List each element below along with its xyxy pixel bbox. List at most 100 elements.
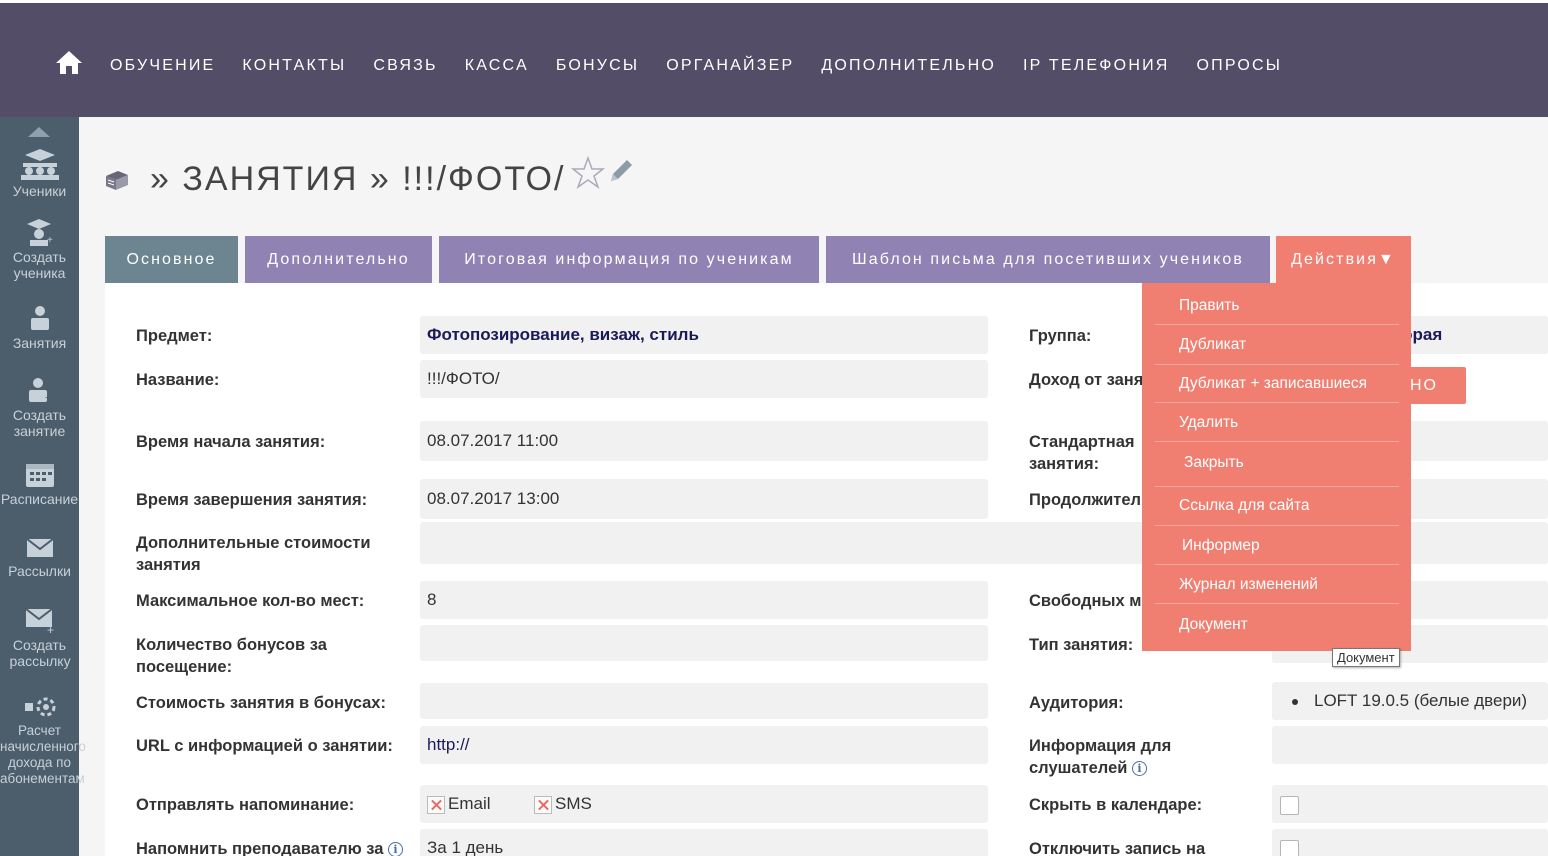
menu-item-duplicate[interactable]: Дубликат xyxy=(1155,335,1399,365)
label-free-seats: Свободных м xyxy=(1029,592,1142,610)
sidebar-label: Создать рассылку xyxy=(9,637,71,669)
bullet-icon xyxy=(1292,698,1298,705)
mail-icon xyxy=(25,538,54,557)
hide-calendar-row xyxy=(1272,785,1548,823)
info-listeners-field[interactable] xyxy=(1272,726,1548,764)
nav-dopolnitelno[interactable]: ДОПОЛНИТЕЛЬНО xyxy=(821,57,996,75)
sidebar-item-create-lesson[interactable]: + Создать занятие xyxy=(0,375,79,439)
sidebar-item-mailings[interactable]: Рассылки xyxy=(0,535,79,579)
label-standard: Стандартная занятия: xyxy=(1029,433,1135,473)
label-url: URL с информацией о занятии: xyxy=(136,737,393,755)
sidebar-item-income-report[interactable]: Расчет начисленного дохода по абонемента… xyxy=(0,693,86,787)
sidebar-label: Расчет начисленного дохода по абонемента… xyxy=(0,723,86,786)
remind-teacher-field[interactable]: За 1 день xyxy=(420,829,988,856)
menu-item-changelog[interactable]: Журнал изменений xyxy=(1155,575,1399,604)
label-room: Аудитория: xyxy=(1029,694,1124,712)
label-name: Название: xyxy=(136,371,220,389)
menu-item-delete[interactable]: Удалить xyxy=(1155,413,1399,442)
name-field[interactable]: !!!/ФОТО/ xyxy=(420,360,988,398)
sidebar-item-create-mailing[interactable]: + Создать рассылку xyxy=(0,605,79,669)
label-bonus-count: Количество бонусов за посещение: xyxy=(136,636,327,676)
label-hide-calendar: Скрыть в календаре: xyxy=(1029,796,1203,814)
tab-email-template[interactable]: Шаблон письма для посетивших учеников xyxy=(826,236,1270,283)
label-info-listeners: Информация для слушателей i xyxy=(1029,735,1209,779)
home-icon[interactable] xyxy=(55,49,83,75)
sidebar-label: Ученики xyxy=(12,183,67,199)
calendar-icon xyxy=(25,464,54,487)
sidebar-label: Создать ученика xyxy=(12,249,67,281)
sidebar-item-lessons[interactable]: Занятия xyxy=(0,303,79,351)
info-icon[interactable]: i xyxy=(388,842,404,856)
room-field[interactable]: LOFT 19.0.5 (белые двери) xyxy=(1272,682,1548,720)
menu-item-informer[interactable]: Информер xyxy=(1155,536,1399,565)
nav-oprosy[interactable]: ОПРОСЫ xyxy=(1197,57,1283,75)
sidebar-label: Создать занятие xyxy=(12,407,67,439)
tooltip: Документ xyxy=(1332,648,1400,667)
email-reminder-checkbox[interactable] xyxy=(427,795,445,814)
pencil-icon[interactable] xyxy=(607,157,635,185)
sms-reminder-label: SMS xyxy=(554,794,592,813)
reminder-field: Email SMS xyxy=(420,785,988,823)
disable-registration-row xyxy=(1272,829,1548,856)
bonus-count-field[interactable] xyxy=(420,625,988,661)
menu-item-site-link[interactable]: Ссылка для сайта xyxy=(1155,496,1399,526)
sidebar-label: Рассылки xyxy=(8,563,71,579)
nav-svyaz[interactable]: СВЯЗЬ xyxy=(373,57,437,75)
tab-additional[interactable]: Дополнительно xyxy=(245,236,432,283)
tab-summary[interactable]: Итоговая информация по ученикам xyxy=(439,236,819,283)
nav-kontakty[interactable]: КОНТАКТЫ xyxy=(242,57,346,75)
label-end-time: Время завершения занятия: xyxy=(136,491,368,509)
lessons-icon xyxy=(30,306,49,330)
create-lesson-icon: + xyxy=(28,378,51,404)
nav-organizer[interactable]: ОРГАНАЙЗЕР xyxy=(666,57,794,75)
sms-reminder-checkbox[interactable] xyxy=(533,795,552,814)
label-duration: Продолжител xyxy=(1029,491,1142,509)
label-send-reminder: Отправлять напоминание: xyxy=(136,796,355,814)
tab-actions[interactable]: Действия▼ xyxy=(1276,236,1411,283)
menu-item-close[interactable]: Закрыть xyxy=(1155,453,1399,487)
scroll-up-icon[interactable] xyxy=(28,127,50,137)
room-value: LOFT 19.0.5 (белые двери) xyxy=(1314,691,1528,710)
sidebar-item-students[interactable]: Ученики xyxy=(0,147,79,199)
start-time-field[interactable]: 08.07.2017 11:00 xyxy=(420,421,988,461)
label-info-listeners-text: Информация для слушателей xyxy=(1029,737,1172,777)
income-icon xyxy=(24,697,55,717)
main-menu: ОБУЧЕНИЕ КОНТАКТЫ СВЯЗЬ КАССА БОНУСЫ ОРГ… xyxy=(110,57,1309,75)
nav-obuchenie[interactable]: ОБУЧЕНИЕ xyxy=(110,57,215,75)
disable-registration-checkbox[interactable] xyxy=(1280,840,1299,856)
end-time-field[interactable]: 08.07.2017 13:00 xyxy=(420,479,988,519)
email-reminder-label: Email xyxy=(448,794,491,813)
url-field[interactable]: http:// xyxy=(420,726,988,764)
label-max-seats: Максимальное кол-во мест: xyxy=(136,592,365,610)
page-title: » ЗАНЯТИЯ » !!!/ФОТО/ xyxy=(150,160,566,198)
bonus-cost-field[interactable] xyxy=(420,683,988,719)
label-extra-costs: Дополнительные стоимости занятия xyxy=(136,534,371,574)
label-subject: Предмет: xyxy=(136,327,213,345)
sidebar-item-create-student[interactable]: + Создать ученика xyxy=(0,217,79,281)
label-start-time: Время начала занятия: xyxy=(136,433,326,451)
label-disable-registration: Отключить запись на xyxy=(1029,840,1206,856)
sidebar: Ученики + Создать ученика Занятия + Созд… xyxy=(0,117,86,856)
menu-item-document[interactable]: Документ xyxy=(1155,615,1399,641)
nav-kassa[interactable]: КАССА xyxy=(465,57,529,75)
info-icon[interactable]: i xyxy=(1131,761,1147,777)
students-icon xyxy=(20,149,59,180)
nav-bonusy[interactable]: БОНУСЫ xyxy=(556,57,639,75)
hide-calendar-checkbox[interactable] xyxy=(1280,796,1299,815)
sidebar-item-schedule[interactable]: Расписание xyxy=(0,461,79,507)
sidebar-label: Расписание xyxy=(0,491,79,507)
actions-dropdown: Править Дубликат Дубликат + записавшиеся… xyxy=(1142,283,1411,651)
label-remind-teacher: Напомнить преподавателю за i xyxy=(136,838,404,856)
menu-item-edit[interactable]: Править xyxy=(1155,296,1399,325)
subject-field[interactable]: Фотопозирование, визаж, стиль xyxy=(420,316,988,354)
star-icon[interactable] xyxy=(571,155,606,190)
nav-ip-telephony[interactable]: IP ТЕЛЕФОНИЯ xyxy=(1023,57,1170,75)
book-icon xyxy=(106,170,128,190)
svg-text:+: + xyxy=(47,623,54,635)
label-lesson-type: Тип занятия: xyxy=(1029,636,1134,654)
max-seats-field[interactable]: 8 xyxy=(420,581,988,619)
menu-item-duplicate-enrolled[interactable]: Дубликат + записавшиеся xyxy=(1155,374,1399,403)
top-navbar: ОБУЧЕНИЕ КОНТАКТЫ СВЯЗЬ КАССА БОНУСЫ ОРГ… xyxy=(0,0,1548,117)
label-bonus-cost: Стоимость занятия в бонусах: xyxy=(136,694,386,712)
tab-main[interactable]: Основное xyxy=(105,236,238,283)
